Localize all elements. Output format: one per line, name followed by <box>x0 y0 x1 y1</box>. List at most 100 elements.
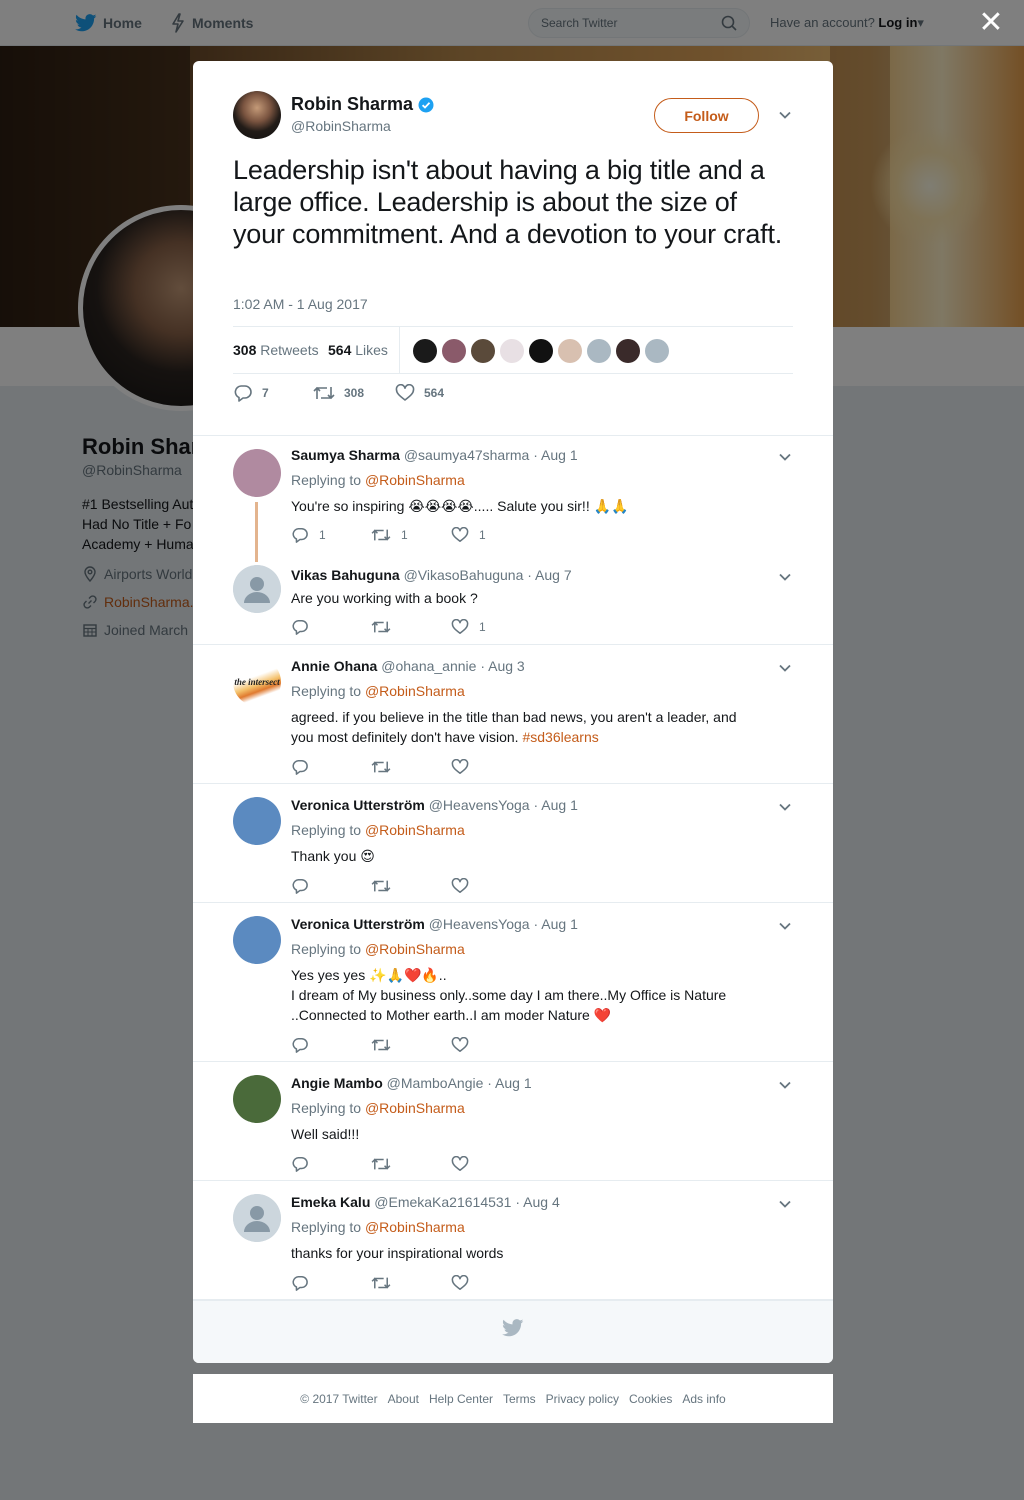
chevron-down-icon[interactable] <box>777 449 793 465</box>
reply-tweet[interactable]: Veronica Utterström @HeavensYoga · Aug 1… <box>193 784 833 903</box>
likes-stat[interactable]: 564 Likes <box>328 342 388 358</box>
reply-author-handle[interactable]: @MamboAngie <box>387 1075 484 1091</box>
chevron-down-icon[interactable] <box>777 799 793 815</box>
like-button[interactable] <box>451 1037 479 1053</box>
reply-author-name[interactable]: Veronica Utterström <box>291 916 425 932</box>
reply-menu-chevron[interactable] <box>777 1077 793 1098</box>
reply-header[interactable]: Veronica Utterström @HeavensYoga · Aug 1 <box>291 797 578 813</box>
chevron-down-icon[interactable] <box>777 107 793 123</box>
footer-link-about[interactable]: About <box>388 1392 419 1406</box>
reply-menu-chevron[interactable] <box>777 660 793 681</box>
hashtag-link[interactable]: #sd36learns <box>522 729 598 745</box>
reply-avatar[interactable] <box>233 797 281 845</box>
reply-date[interactable]: · Aug 7 <box>527 567 571 583</box>
footer-link-ads[interactable]: Ads info <box>682 1392 725 1406</box>
liker-avatar[interactable] <box>558 339 582 363</box>
liker-avatar[interactable] <box>616 339 640 363</box>
reply-author-name[interactable]: Saumya Sharma <box>291 447 400 463</box>
liker-avatar[interactable] <box>587 339 611 363</box>
reply-avatar[interactable] <box>233 1194 281 1242</box>
reply-author-handle[interactable]: @ohana_annie <box>381 658 476 674</box>
retweet-button[interactable] <box>371 1156 401 1172</box>
replying-to-link[interactable]: @RobinSharma <box>365 472 465 488</box>
reply-tweet[interactable]: Emeka Kalu @EmekaKa21614531 · Aug 4 Reply… <box>193 1181 833 1300</box>
like-button[interactable]: 1 <box>451 619 486 635</box>
reply-author-handle[interactable]: @HeavensYoga <box>429 916 530 932</box>
like-button[interactable] <box>451 1156 479 1172</box>
liker-avatar[interactable] <box>413 339 437 363</box>
reply-header[interactable]: Emeka Kalu @EmekaKa21614531 · Aug 4 <box>291 1194 560 1210</box>
retweet-button[interactable] <box>371 619 401 635</box>
reply-button[interactable] <box>291 759 319 775</box>
retweets-stat[interactable]: 308 Retweets <box>233 342 319 358</box>
retweet-button[interactable] <box>371 759 401 775</box>
reply-menu-chevron[interactable] <box>777 569 793 590</box>
reply-button[interactable]: 7 <box>233 384 269 402</box>
follow-button[interactable]: Follow <box>654 98 759 133</box>
reply-tweet[interactable]: Veronica Utterström @HeavensYoga · Aug 1… <box>193 903 833 1062</box>
author-handle[interactable]: @RobinSharma <box>291 118 391 134</box>
liker-avatar[interactable] <box>529 339 553 363</box>
chevron-down-icon[interactable] <box>777 660 793 676</box>
chevron-down-icon[interactable] <box>777 569 793 585</box>
reply-date[interactable]: · Aug 3 <box>480 658 524 674</box>
like-button[interactable] <box>451 759 479 775</box>
replying-to-link[interactable]: @RobinSharma <box>365 1100 465 1116</box>
liker-avatar[interactable] <box>500 339 524 363</box>
reply-button[interactable]: 1 <box>291 527 326 543</box>
reply-header[interactable]: Veronica Utterström @HeavensYoga · Aug 1 <box>291 916 578 932</box>
close-icon[interactable]: ✕ <box>976 6 1006 40</box>
chevron-down-icon[interactable] <box>777 1196 793 1212</box>
chevron-down-icon[interactable] <box>777 1077 793 1093</box>
reply-author-name[interactable]: Emeka Kalu <box>291 1194 370 1210</box>
liker-avatar[interactable] <box>442 339 466 363</box>
reply-avatar[interactable]: the intersect <box>233 658 281 706</box>
liker-avatar[interactable] <box>471 339 495 363</box>
reply-header[interactable]: Saumya Sharma @saumya47sharma · Aug 1 <box>291 447 578 463</box>
footer-link-help[interactable]: Help Center <box>429 1392 493 1406</box>
replying-to-link[interactable]: @RobinSharma <box>365 941 465 957</box>
reply-author-handle[interactable]: @saumya47sharma <box>404 447 530 463</box>
reply-date[interactable]: · Aug 1 <box>534 797 578 813</box>
tweet-timestamp[interactable]: 1:02 AM - 1 Aug 2017 <box>233 296 368 312</box>
replying-to-link[interactable]: @RobinSharma <box>365 1219 465 1235</box>
author-name[interactable]: Robin Sharma <box>291 94 413 115</box>
reply-avatar[interactable] <box>233 916 281 964</box>
reply-date[interactable]: · Aug 1 <box>533 447 577 463</box>
reply-button[interactable] <box>291 1275 319 1291</box>
like-button[interactable]: 1 <box>451 527 486 543</box>
liker-avatar[interactable] <box>645 339 669 363</box>
reply-header[interactable]: Angie Mambo @MamboAngie · Aug 1 <box>291 1075 532 1091</box>
reply-author-name[interactable]: Veronica Utterström <box>291 797 425 813</box>
retweet-button[interactable]: 1 <box>371 527 408 543</box>
reply-menu-chevron[interactable] <box>777 918 793 939</box>
reply-tweet[interactable]: Saumya Sharma @saumya47sharma · Aug 1 Rep… <box>193 436 833 562</box>
reply-header[interactable]: Annie Ohana @ohana_annie · Aug 3 <box>291 658 525 674</box>
reply-avatar[interactable] <box>233 449 281 497</box>
reply-author-handle[interactable]: @EmekaKa21614531 <box>374 1194 511 1210</box>
reply-avatar[interactable] <box>233 565 281 613</box>
author-avatar[interactable] <box>233 91 281 139</box>
reply-tweet[interactable]: Angie Mambo @MamboAngie · Aug 1 Replying … <box>193 1062 833 1181</box>
retweet-button[interactable] <box>371 878 401 894</box>
reply-menu-chevron[interactable] <box>777 799 793 820</box>
author-name-row[interactable]: Robin Sharma <box>291 94 434 115</box>
reply-menu-chevron[interactable] <box>777 449 793 470</box>
reply-button[interactable] <box>291 1156 319 1172</box>
footer-link-terms[interactable]: Terms <box>503 1392 536 1406</box>
reply-author-name[interactable]: Angie Mambo <box>291 1075 383 1091</box>
footer-link-privacy[interactable]: Privacy policy <box>546 1392 619 1406</box>
reply-button[interactable] <box>291 619 319 635</box>
reply-date[interactable]: · Aug 1 <box>534 916 578 932</box>
reply-date[interactable]: · Aug 4 <box>515 1194 559 1210</box>
reply-author-name[interactable]: Vikas Bahuguna <box>291 567 400 583</box>
footer-link-cookies[interactable]: Cookies <box>629 1392 672 1406</box>
reply-tweet[interactable]: Vikas Bahuguna @VikasoBahuguna · Aug 7 Ar… <box>193 554 833 645</box>
replying-to-link[interactable]: @RobinSharma <box>365 683 465 699</box>
reply-tweet[interactable]: the intersect Annie Ohana @ohana_annie · … <box>193 645 833 784</box>
reply-button[interactable] <box>291 1037 319 1053</box>
replying-to-link[interactable]: @RobinSharma <box>365 822 465 838</box>
reply-button[interactable] <box>291 878 319 894</box>
like-button[interactable] <box>451 1275 479 1291</box>
retweet-button[interactable]: 308 <box>313 384 364 402</box>
